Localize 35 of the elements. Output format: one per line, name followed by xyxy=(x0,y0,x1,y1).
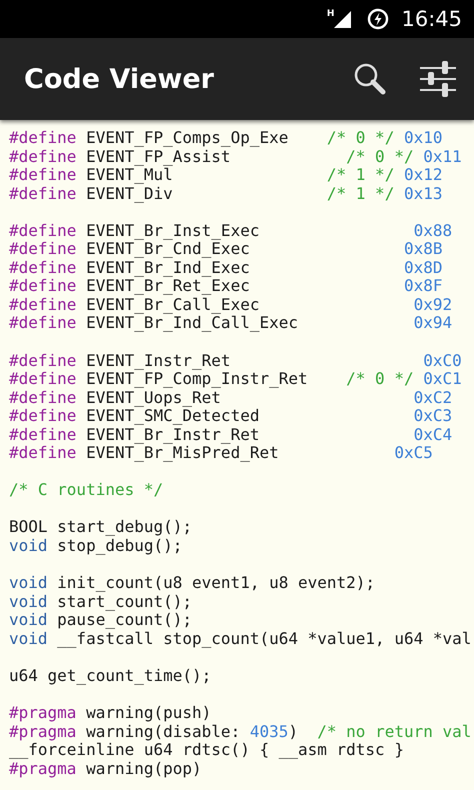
code-line: /* C routines */ xyxy=(9,480,164,499)
code-line: #define EVENT_Br_Instr_Ret 0xC4 xyxy=(9,424,452,444)
code-line: #define EVENT_Instr_Ret 0xC0 xyxy=(9,350,462,370)
code-line: void pause_count(); xyxy=(9,610,192,629)
app-title: Code Viewer xyxy=(24,64,214,94)
code-line: BOOL start_debug(); xyxy=(9,517,192,536)
code-line: #define EVENT_Div /* 1 */ 0x13 xyxy=(9,184,442,202)
code-line: void __fastcall stop_count(u64 *value1, u64 *val xyxy=(9,628,472,648)
code-line: __forceinline u64 rdtsc() { __asm rdtsc } xyxy=(9,740,404,759)
code-line: void stop_debug(); xyxy=(9,536,182,555)
clock-time: 16:45 xyxy=(401,7,462,31)
code-line: #define EVENT_Br_Cnd_Exec 0x8B xyxy=(9,239,442,258)
settings-sliders-icon[interactable] xyxy=(419,60,457,98)
code-line: void start_count(); xyxy=(9,592,192,610)
signal-icon xyxy=(334,10,352,28)
code-line: #pragma warning(disable: 4035) /* no return val xyxy=(9,722,472,740)
code-line: #define EVENT_Br_Ret_Exec 0x8F xyxy=(9,276,442,295)
code-line: #define EVENT_Br_Inst_Exec 0x88 xyxy=(9,220,452,240)
code-line: #define EVENT_Mul /* 1 */ 0x12 xyxy=(9,165,442,184)
code-line: #define EVENT_FP_Comp_Instr_Ret /* 0 */ 0xC1 xyxy=(9,369,462,388)
network-label: H xyxy=(326,9,334,19)
code-line: #define EVENT_FP_Assist /* 0 */ 0x11 xyxy=(9,146,462,166)
code-line: #pragma warning(pop) xyxy=(9,758,202,778)
code-line: u64 get_count_time(); xyxy=(9,666,212,684)
code-line: #define EVENT_Br_Call_Exec 0x92 xyxy=(9,294,452,314)
code-line: #define EVENT_SMC_Detected 0xC3 xyxy=(9,406,452,425)
battery-charging-icon xyxy=(367,8,390,30)
code-line: #define EVENT_Br_Ind_Exec 0x8D xyxy=(9,258,442,276)
code-line: void init_count(u8 event1, u8 event2); xyxy=(9,573,376,592)
code-line: #pragma warning(push) xyxy=(9,702,212,722)
code-line: #define EVENT_Br_Ind_Call_Exec 0x94 xyxy=(9,313,452,332)
search-icon[interactable] xyxy=(353,62,387,96)
code-line: #define EVENT_Uops_Ret 0xC2 xyxy=(9,388,452,406)
code-line: #define EVENT_Br_MisPred_Ret 0xC5 xyxy=(9,443,433,462)
code-line: #define EVENT_FP_Comps_Op_Exe /* 0 */ 0x10 xyxy=(9,128,442,147)
